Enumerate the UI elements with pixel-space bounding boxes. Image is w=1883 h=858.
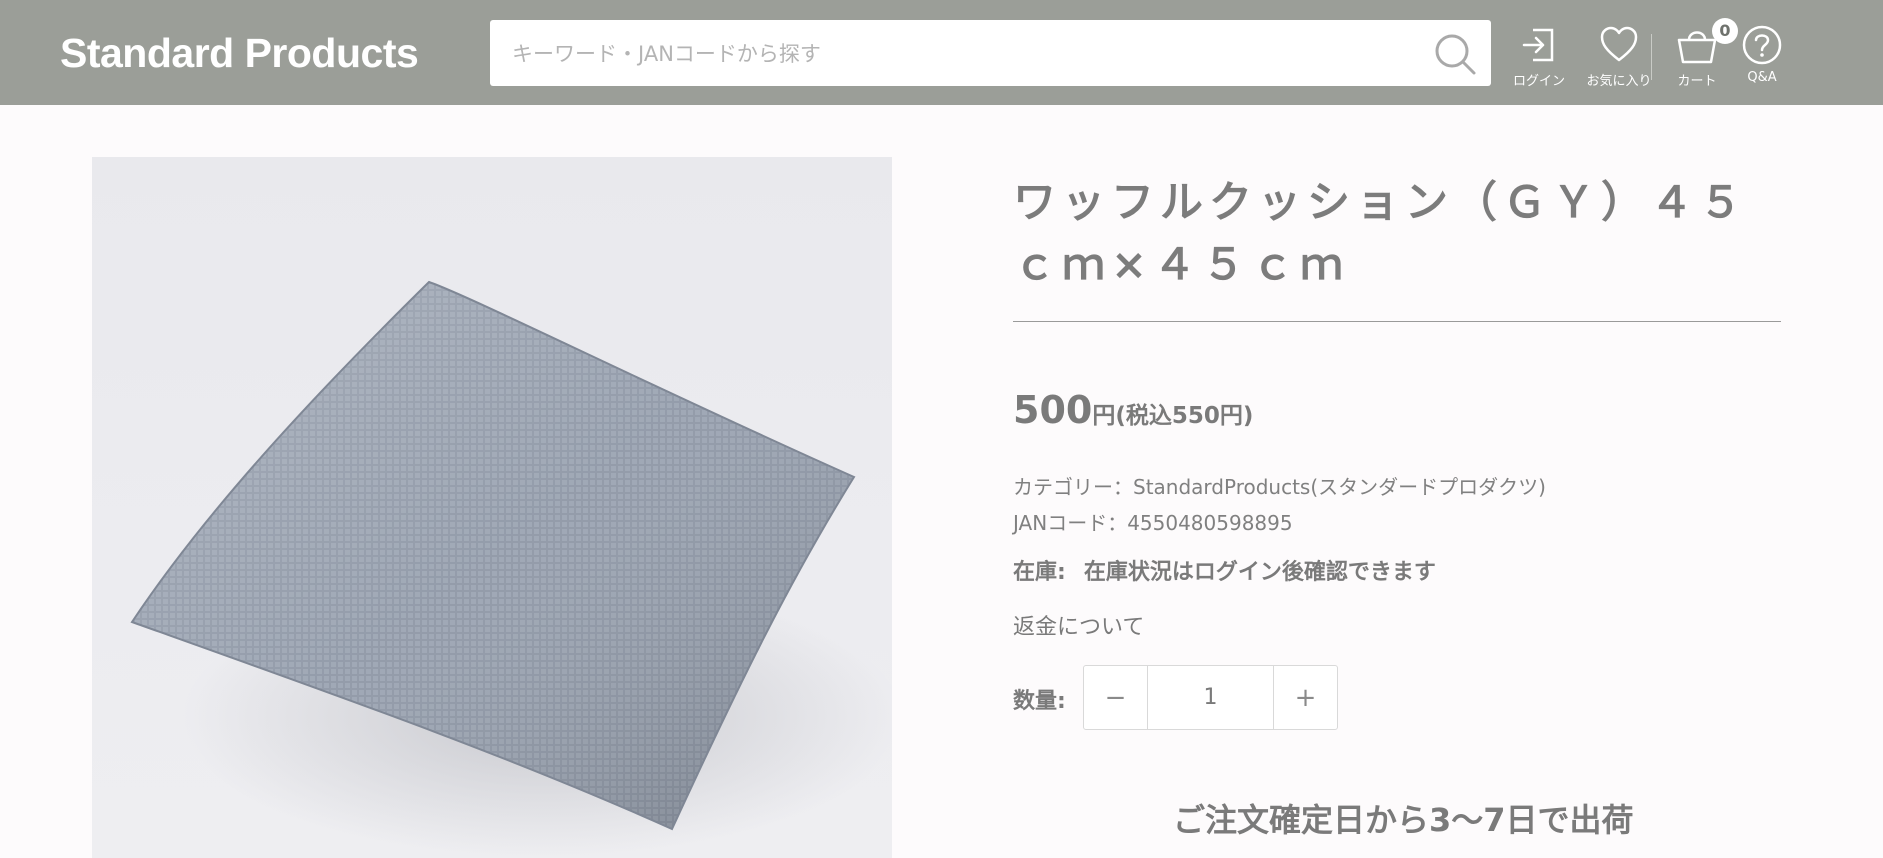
search-bar xyxy=(490,20,1491,86)
cart-count-badge: 0 xyxy=(1712,18,1738,44)
title-divider xyxy=(1013,321,1781,322)
favorites-label: お気に入り xyxy=(1586,74,1652,89)
site-logo[interactable]: Standard Products xyxy=(60,30,419,77)
header-divider xyxy=(1651,34,1652,80)
stock-status: 在庫: 在庫状況はログイン後確認できます xyxy=(1013,554,1436,586)
search-icon[interactable] xyxy=(1433,32,1477,76)
product-category: カテゴリー：StandardProducts(スタンダードプロダクツ) xyxy=(1013,475,1546,499)
product-jan-code: JANコード：4550480598895 xyxy=(1013,511,1293,535)
login-icon xyxy=(1522,28,1554,62)
cart-label: カート xyxy=(1677,74,1717,89)
price-currency: 円 xyxy=(1092,403,1116,429)
site-header: Standard Products ログイン お気に入り カート 0 xyxy=(0,0,1883,105)
shipping-note: ご注文確定日から3〜7日で出荷 xyxy=(1173,801,1634,839)
heart-icon xyxy=(1600,26,1638,62)
quantity-label: 数量: xyxy=(1013,689,1066,714)
product-image[interactable] xyxy=(92,157,892,858)
product-title: ワッフルクッション（ＧＹ）４５ｃｍ×４５ｃｍ xyxy=(1013,178,1748,290)
product-price: 500円(税込550円) xyxy=(1013,388,1253,432)
cushion-photo xyxy=(130,280,892,857)
login-button[interactable]: ログイン xyxy=(1509,24,1569,89)
qa-label: Q&A xyxy=(1747,70,1777,85)
help-icon xyxy=(1742,25,1782,65)
login-label: ログイン xyxy=(1512,74,1565,89)
qa-button[interactable]: Q&A xyxy=(1738,24,1786,85)
quantity-increase-button[interactable]: + xyxy=(1274,666,1337,729)
stock-value: 在庫状況はログイン後確認できます xyxy=(1083,560,1436,585)
search-input[interactable] xyxy=(510,30,1414,78)
refund-link[interactable]: 返金について xyxy=(1013,609,1144,641)
price-tax-included: (税込550円) xyxy=(1115,403,1254,429)
quantity-stepper: − 1 + xyxy=(1083,665,1338,730)
stock-label: 在庫: xyxy=(1013,560,1066,585)
quantity-value[interactable]: 1 xyxy=(1147,666,1274,729)
quantity-decrease-button[interactable]: − xyxy=(1084,666,1147,729)
favorites-button[interactable]: お気に入り xyxy=(1584,24,1654,89)
price-amount: 500 xyxy=(1013,388,1093,432)
